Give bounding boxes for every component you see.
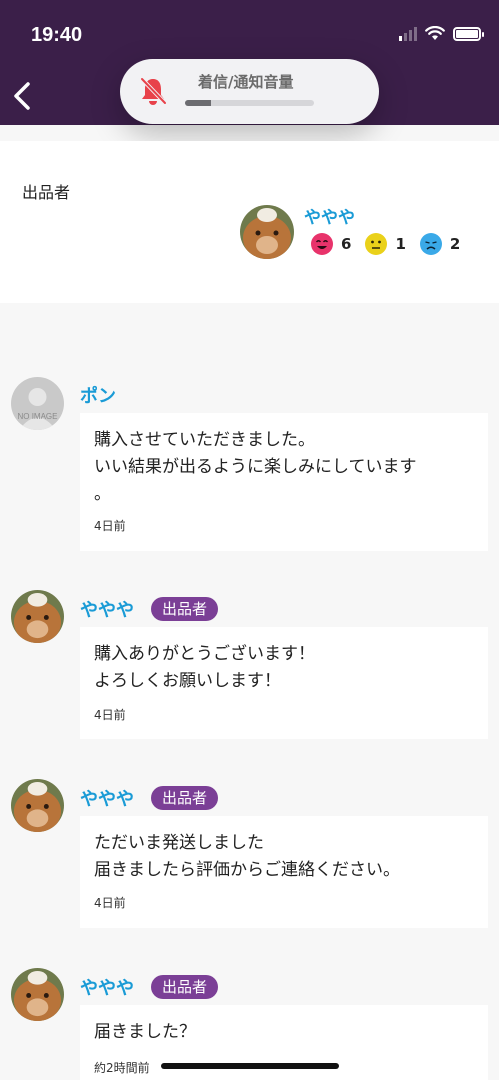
smile-face-icon <box>311 233 333 255</box>
seller-badge: 出品者 <box>151 975 219 999</box>
seller-name[interactable]: ややや <box>304 203 355 228</box>
home-indicator[interactable] <box>161 1063 339 1069</box>
cellular-signal-icon <box>399 26 417 41</box>
bell-muted-icon <box>140 77 167 105</box>
comment-time: 約2時間前 <box>94 1061 150 1075</box>
seller-avatar[interactable] <box>240 205 294 259</box>
commenter-name[interactable]: ややや <box>80 596 134 622</box>
comment-time: 4日前 <box>94 896 126 910</box>
seller-label: 出品者 <box>22 183 71 202</box>
commenter-avatar[interactable] <box>11 968 64 1021</box>
no-image-text: NO IMAGE <box>17 412 57 421</box>
rating-bad-count: 2 <box>449 235 461 253</box>
seller-ratings: 6 1 2 <box>311 233 474 255</box>
comment-text: ただいま発送しました 届きましたら評価からご連絡ください。 <box>94 833 400 880</box>
comment-text: 届きました？ <box>94 1022 196 1042</box>
seller-badge: 出品者 <box>151 597 219 621</box>
comment-time: 4日前 <box>94 519 126 533</box>
seller-badge: 出品者 <box>151 786 219 810</box>
battery-icon <box>453 26 484 41</box>
commenter-name[interactable]: ややや <box>80 785 134 811</box>
wifi-icon <box>425 26 445 40</box>
comment-bubble: 購入させていただきました。 いい結果が出るように楽しみにしています 。 4日前 <box>80 413 488 551</box>
rating-bad: 2 <box>419 233 461 255</box>
comment-text: 購入ありがとうございます！ よろしくお願いします！ <box>94 644 315 691</box>
status-time: 19:40 <box>31 24 83 46</box>
comment-bubble: ただいま発送しました 届きましたら評価からご連絡ください。 4日前 <box>80 816 488 928</box>
status-icons <box>399 26 484 41</box>
volume-level <box>185 100 211 106</box>
rating-good: 6 <box>311 233 351 255</box>
seller-card: 出品者 ややや 6 1 2 <box>0 141 499 303</box>
commenter-name[interactable]: ポン <box>80 382 116 408</box>
volume-slider <box>185 100 314 106</box>
volume-hud: 着信/通知音量 <box>120 59 379 124</box>
volume-label: 着信/通知音量 <box>198 73 294 91</box>
neutral-face-icon <box>365 233 388 255</box>
no-image-avatar[interactable]: NO IMAGE <box>11 377 64 430</box>
rating-normal-count: 1 <box>395 235 406 253</box>
comment-text: 購入させていただきました。 いい結果が出るように楽しみにしています 。 <box>94 430 417 504</box>
comment-time: 4日前 <box>94 708 126 722</box>
back-chevron-icon[interactable] <box>8 76 38 116</box>
rating-normal: 1 <box>365 233 406 255</box>
rating-good-count: 6 <box>341 235 352 253</box>
sad-face-icon <box>419 233 442 255</box>
commenter-avatar[interactable] <box>11 590 64 643</box>
comment-bubble: 購入ありがとうございます！ よろしくお願いします！ 4日前 <box>80 627 488 739</box>
commenter-name[interactable]: ややや <box>80 974 134 1000</box>
commenter-avatar[interactable] <box>11 779 64 832</box>
